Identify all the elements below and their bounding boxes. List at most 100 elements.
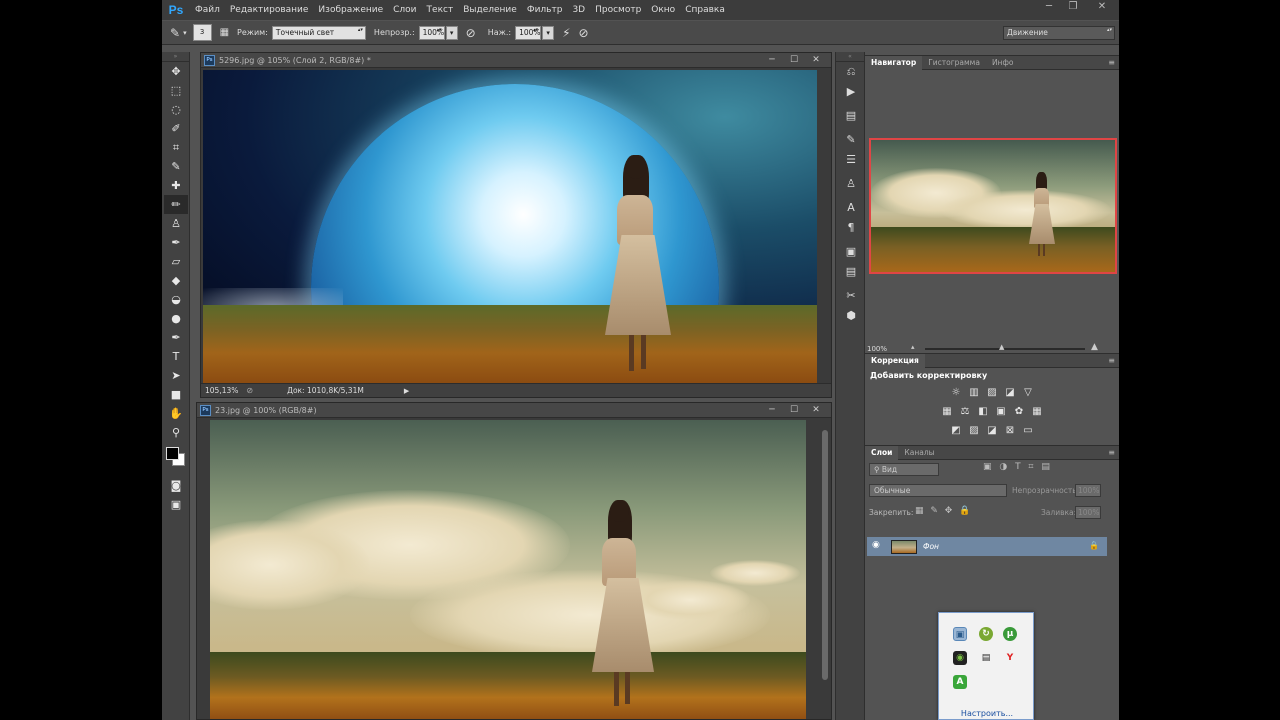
canvas-image-clouds[interactable]	[210, 420, 806, 719]
tab-info[interactable]: Инфо	[986, 56, 1020, 70]
screen-mode-icon[interactable]: ▣	[164, 495, 188, 514]
layer-filter-icons[interactable]: ▣ ◑ T ⌗ ▤	[983, 462, 1050, 472]
tab-navigator[interactable]: Навигатор	[865, 55, 923, 70]
move-tool-icon[interactable]: ✥	[164, 62, 188, 81]
chevron-down-icon[interactable]: ▾	[183, 29, 187, 37]
clone-source-icon[interactable]: ♙	[838, 174, 864, 194]
color-balance-icon[interactable]: ⚖	[958, 405, 972, 418]
paragraph-panel-icon[interactable]: ¶	[838, 218, 864, 238]
invert-icon[interactable]: ◩	[949, 424, 963, 437]
doc-maximize-button[interactable]: ☐	[783, 403, 805, 417]
doc-maximize-button[interactable]: ☐	[783, 53, 805, 67]
layer-filter-select[interactable]: ⚲ Вид	[869, 463, 939, 476]
layer-opacity-input[interactable]: 100%	[1075, 484, 1101, 497]
menu-edit[interactable]: Редактирование	[225, 5, 314, 15]
quick-mask-icon[interactable]: ◙	[164, 476, 188, 495]
brush-panel-icon[interactable]: ✎	[838, 130, 864, 150]
exposure-icon[interactable]: ◪	[1003, 386, 1017, 399]
brush-presets-icon[interactable]: ☰	[838, 150, 864, 170]
dodge-tool-icon[interactable]: ●	[164, 309, 188, 328]
panel-menu-icon[interactable]: ≡	[1108, 354, 1115, 367]
tab-histogram[interactable]: Гистограмма	[922, 56, 986, 70]
doc-close-button[interactable]: ✕	[805, 403, 827, 417]
opacity-input[interactable]: 100%	[418, 25, 445, 40]
navigator-preview[interactable]	[869, 138, 1117, 274]
pressure-dropdown[interactable]: ▾	[542, 25, 555, 40]
history-brush-tool-icon[interactable]: ✒	[164, 233, 188, 252]
vibrance-icon[interactable]: ▽	[1021, 386, 1035, 399]
app-tray-icon[interactable]: A	[953, 675, 967, 689]
marquee-tool-icon[interactable]: ⬚	[164, 81, 188, 100]
close-button[interactable]: ✕	[1085, 0, 1119, 14]
color-lookup-icon[interactable]: ▦	[1030, 405, 1044, 418]
lock-icons[interactable]: ▦ ✎ ✥ 🔒	[915, 506, 970, 516]
zoom-readout[interactable]: 105,13%	[205, 386, 238, 395]
eye-icon[interactable]: ◉	[872, 540, 880, 550]
menu-view[interactable]: Просмотр	[590, 5, 646, 15]
doc-minimize-button[interactable]: ─	[761, 403, 783, 417]
history-panel-icon[interactable]: ⎌	[838, 62, 864, 82]
type-tool-icon[interactable]: T	[164, 347, 188, 366]
quick-select-tool-icon[interactable]: ✐	[164, 119, 188, 138]
navigator-zoom-value[interactable]: 100%	[867, 345, 887, 353]
brush-preset-icon[interactable]: ✎	[170, 26, 180, 40]
photo-filter-icon[interactable]: ▣	[994, 405, 1008, 418]
stamp-tool-icon[interactable]: ♙	[164, 214, 188, 233]
path-select-tool-icon[interactable]: ➤	[164, 366, 188, 385]
levels-icon[interactable]: ▥	[967, 386, 981, 399]
paint-bucket-tool-icon[interactable]: ◆	[164, 271, 188, 290]
zoom-slider-handle[interactable]: ▲	[999, 343, 1004, 351]
tab-layers[interactable]: Слои	[865, 445, 899, 460]
fill-input[interactable]: 100%	[1075, 506, 1101, 519]
lasso-tool-icon[interactable]: ◌	[164, 100, 188, 119]
hand-tool-icon[interactable]: ✋	[164, 404, 188, 423]
3d-panel-icon[interactable]: ⬢	[838, 306, 864, 326]
panel-menu-icon[interactable]: ≡	[1108, 56, 1115, 69]
vertical-scrollbar[interactable]	[820, 420, 830, 719]
torrent-tray-icon[interactable]: µ	[1003, 627, 1017, 641]
character-styles-icon[interactable]: ▣	[838, 242, 864, 262]
blend-mode-select[interactable]: Обычные	[869, 484, 1007, 497]
monitor-tray-icon[interactable]: ▣	[953, 627, 967, 641]
character-panel-icon[interactable]: A	[838, 198, 864, 218]
eyedropper-tool-icon[interactable]: ✎	[164, 157, 188, 176]
menu-file[interactable]: Файл	[190, 5, 225, 15]
menu-help[interactable]: Справка	[680, 5, 730, 15]
curves-icon[interactable]: ▨	[985, 386, 999, 399]
zoom-out-icon[interactable]: ▴	[911, 343, 915, 351]
hue-saturation-icon[interactable]: ▦	[940, 405, 954, 418]
brightness-contrast-icon[interactable]: ☼	[949, 386, 963, 399]
brush-panel-icon[interactable]: ▦	[220, 27, 229, 38]
menu-select[interactable]: Выделение	[458, 5, 522, 15]
pressure-opacity-icon[interactable]: ⊘	[466, 26, 476, 40]
opacity-dropdown[interactable]: ▾	[445, 25, 458, 40]
eraser-tool-icon[interactable]: ▱	[164, 252, 188, 271]
layer-row-background[interactable]: ◉ Фон 🔒	[867, 537, 1107, 556]
menu-filter[interactable]: Фильтр	[522, 5, 568, 15]
yandex-tray-icon[interactable]: Y	[1003, 651, 1017, 665]
doc-title-bar[interactable]: Ps 5296.jpg @ 105% (Слой 2, RGB/8#) * ─ …	[201, 53, 831, 68]
brush-size-picker[interactable]: 3	[192, 24, 212, 41]
minimize-button[interactable]: ─	[1037, 0, 1061, 14]
sync-tray-icon[interactable]: ↻	[979, 627, 993, 641]
panel-grip-icon[interactable]: »	[162, 52, 189, 62]
tool-presets-icon[interactable]: ✂	[838, 286, 864, 306]
menu-type[interactable]: Текст	[422, 5, 459, 15]
tab-channels[interactable]: Каналы	[898, 446, 940, 460]
posterize-icon[interactable]: ▨	[967, 424, 981, 437]
zoom-in-icon[interactable]: ▲	[1091, 342, 1098, 352]
menu-image[interactable]: Изображение	[313, 5, 388, 15]
mode-select[interactable]: Точечный свет	[271, 25, 366, 40]
canvas-image-earth[interactable]	[203, 70, 817, 383]
film-tray-icon[interactable]: ▤	[979, 651, 993, 665]
brush-tool-icon[interactable]: ✏	[164, 195, 188, 214]
healing-tool-icon[interactable]: ✚	[164, 176, 188, 195]
black-white-icon[interactable]: ◧	[976, 405, 990, 418]
pen-tool-icon[interactable]: ✒	[164, 328, 188, 347]
doc-minimize-button[interactable]: ─	[761, 53, 783, 67]
properties-panel-icon[interactable]: ▤	[838, 106, 864, 126]
customize-link[interactable]: Настроить...	[939, 709, 1035, 718]
airbrush-icon[interactable]: ⚡	[562, 26, 570, 40]
selective-color-icon[interactable]: ⊠	[1003, 424, 1017, 437]
panel-menu-icon[interactable]: ≡	[1108, 446, 1115, 459]
